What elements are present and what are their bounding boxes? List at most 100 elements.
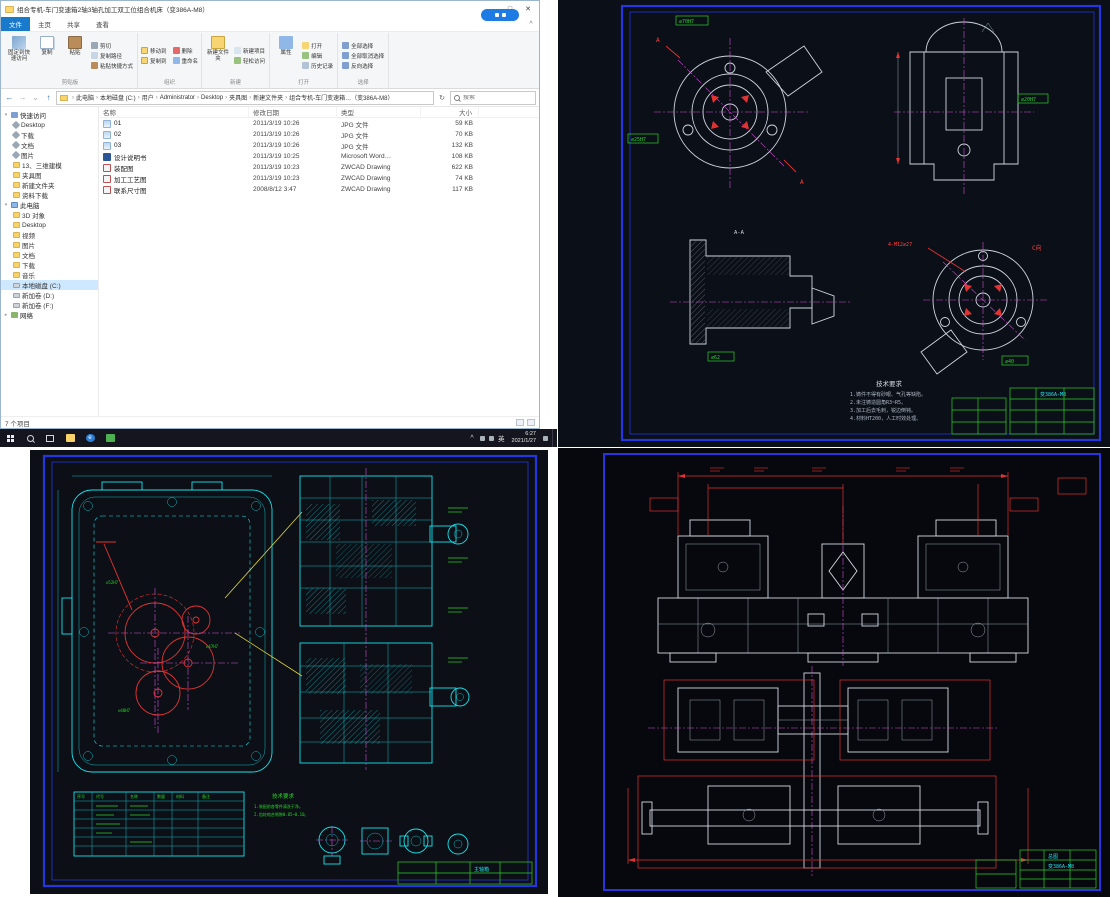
close-button[interactable] (519, 2, 537, 16)
dim-label: ⌀62 (711, 355, 720, 361)
breadcrumb-segment[interactable]: Desktop (196, 95, 223, 101)
copy-path-button[interactable]: 复制路径 (91, 52, 133, 60)
nav-item[interactable]: Desktop (1, 220, 98, 230)
taskbar-explorer-button[interactable] (60, 429, 80, 447)
language-indicator[interactable]: 英 (498, 433, 505, 443)
nav-item[interactable]: 资料下载 (1, 190, 98, 200)
file-row[interactable]: 02 2011/3/19 10:26 JPG 文件 70 KB (99, 129, 539, 140)
properties-button[interactable]: 属性 (273, 34, 299, 77)
nav-item-icon (12, 121, 20, 129)
breadcrumb-segment[interactable]: 用户 (137, 93, 154, 102)
nav-item-icon (13, 283, 20, 288)
copy-button[interactable]: 复制 (34, 34, 60, 77)
nav-quick-access[interactable]: 快速访问 (1, 110, 98, 120)
nav-item[interactable]: 下载 (1, 130, 98, 140)
nav-this-pc[interactable]: 此电脑 (1, 200, 98, 210)
nav-item[interactable]: 文档 (1, 140, 98, 150)
tab-file[interactable]: 文件 (1, 17, 30, 31)
recent-locations-icon[interactable] (30, 93, 41, 102)
forward-button[interactable] (17, 93, 28, 102)
file-date: 2011/3/19 10:26 (249, 131, 337, 138)
nav-item[interactable]: 音乐 (1, 270, 98, 280)
start-button[interactable] (0, 429, 20, 447)
paste-shortcut-button[interactable]: 粘贴快捷方式 (91, 62, 133, 70)
file-row[interactable]: 装配图 2011/3/19 10:23 ZWCAD Drawing 622 KB (99, 162, 539, 173)
file-row[interactable]: 加工工艺图 2011/3/19 10:23 ZWCAD Drawing 74 K… (99, 173, 539, 184)
nav-item[interactable]: 3D 对象 (1, 210, 98, 220)
delete-button[interactable]: 删除 (173, 47, 199, 55)
file-row[interactable]: 01 2011/3/19 10:26 JPG 文件 59 KB (99, 118, 539, 129)
copy-to-button[interactable]: 复制到 (141, 57, 167, 65)
nav-item[interactable]: 文档 (1, 250, 98, 260)
collapse-ribbon-icon[interactable] (523, 17, 539, 31)
file-row[interactable]: 设计说明书 2011/3/19 10:25 Microsoft Word… 10… (99, 151, 539, 162)
breadcrumb[interactable]: 此电脑 本地磁盘 (C:) 用户 Administrator (56, 91, 434, 105)
nav-item[interactable]: 下载 (1, 260, 98, 270)
nav-network[interactable]: 网络 (1, 310, 98, 320)
clock[interactable]: 6:27 2021/1/27 (509, 431, 539, 444)
nav-item[interactable]: 本地磁盘 (C:) (1, 280, 98, 290)
new-folder-button[interactable]: 新建文件夹 (205, 34, 231, 77)
taskbar-chat-button[interactable] (100, 429, 120, 447)
file-row[interactable]: 03 2011/3/19 10:26 JPG 文件 132 KB (99, 140, 539, 151)
quadrant-cad-machine-layout: .mw{stroke:#d4d9e2;fill:none;stroke-widt… (558, 448, 1110, 897)
breadcrumb-segment[interactable]: 本地磁盘 (C:) (95, 93, 136, 102)
floating-badge[interactable] (481, 9, 519, 21)
nav-item-label: 视频 (22, 230, 35, 240)
nav-item[interactable]: 新建文件夹 (1, 180, 98, 190)
thumbnails-view-icon[interactable] (527, 419, 535, 426)
breadcrumb-segment[interactable]: 新建文件夹 (248, 93, 283, 102)
back-button[interactable] (4, 93, 15, 102)
nav-item[interactable]: 新加卷 (D:) (1, 290, 98, 300)
refresh-icon[interactable] (436, 94, 448, 102)
column-date[interactable]: 修改日期 (249, 107, 337, 117)
nav-item[interactable]: 视频 (1, 230, 98, 240)
search-input[interactable] (463, 95, 532, 101)
taskbar-browser-button[interactable]: e (80, 429, 100, 447)
move-to-button[interactable]: 移动到 (141, 47, 167, 55)
network-tray-icon[interactable] (489, 436, 494, 441)
cut-button[interactable]: 剪切 (91, 42, 133, 50)
taskbar-search-button[interactable] (20, 429, 40, 447)
rename-button[interactable]: 重命名 (173, 57, 199, 65)
nav-item[interactable]: 图片 (1, 150, 98, 160)
windows-logo-icon (7, 435, 14, 442)
tab-share[interactable]: 共享 (59, 17, 88, 31)
up-button[interactable] (43, 93, 54, 102)
select-all-button[interactable]: 全部选择 (342, 42, 384, 50)
nav-item[interactable]: 13、三维建模 (1, 160, 98, 170)
button-label: 复制到 (150, 57, 167, 65)
breadcrumb-segment[interactable]: 此电脑 (71, 93, 94, 102)
breadcrumb-segment[interactable]: Administrator (155, 95, 195, 101)
nav-item[interactable]: 夹具图 (1, 170, 98, 180)
nav-item[interactable]: Desktop (1, 120, 98, 130)
nav-item[interactable]: 图片 (1, 240, 98, 250)
column-type[interactable]: 类型 (337, 107, 421, 117)
column-name[interactable]: 名称 (99, 107, 249, 117)
nav-item[interactable]: 新加卷 (F:) (1, 300, 98, 310)
breadcrumb-segment[interactable]: 组合专机-车门变速箱…（变386A-M8） (284, 93, 393, 102)
file-row[interactable]: 联系尺寸图 2008/8/12 3:47 ZWCAD Drawing 117 K… (99, 184, 539, 195)
history-button[interactable]: 历史记录 (302, 62, 333, 70)
show-desktop-button[interactable] (552, 429, 555, 447)
paste-button[interactable]: 粘贴 (62, 34, 88, 77)
notification-icon[interactable] (543, 436, 548, 441)
easy-access-button[interactable]: 轻松访问 (234, 57, 265, 65)
ribbon-group-organize: 移动到 删除 复制到 重命名 组织 (138, 33, 202, 88)
volume-icon[interactable] (480, 436, 485, 441)
breadcrumb-segment[interactable]: 夹具图 (224, 93, 247, 102)
column-size[interactable]: 大小 (421, 107, 479, 117)
edit-button[interactable]: 编辑 (302, 52, 333, 60)
tray-expand-icon[interactable] (468, 435, 476, 442)
tab-view[interactable]: 查看 (88, 17, 117, 31)
new-item-button[interactable]: 新建项目 (234, 47, 265, 55)
open-button[interactable]: 打开 (302, 42, 333, 50)
select-none-button[interactable]: 全部取消选择 (342, 52, 384, 60)
file-size: 108 KB (421, 153, 479, 160)
tab-home[interactable]: 主页 (30, 17, 59, 31)
task-view-button[interactable] (40, 429, 60, 447)
details-view-icon[interactable] (516, 419, 524, 426)
invert-selection-button[interactable]: 反向选择 (342, 62, 384, 70)
pin-to-quick-access-button[interactable]: 固定到快速访问 (6, 34, 32, 77)
file-date: 2011/3/19 10:26 (249, 120, 337, 127)
